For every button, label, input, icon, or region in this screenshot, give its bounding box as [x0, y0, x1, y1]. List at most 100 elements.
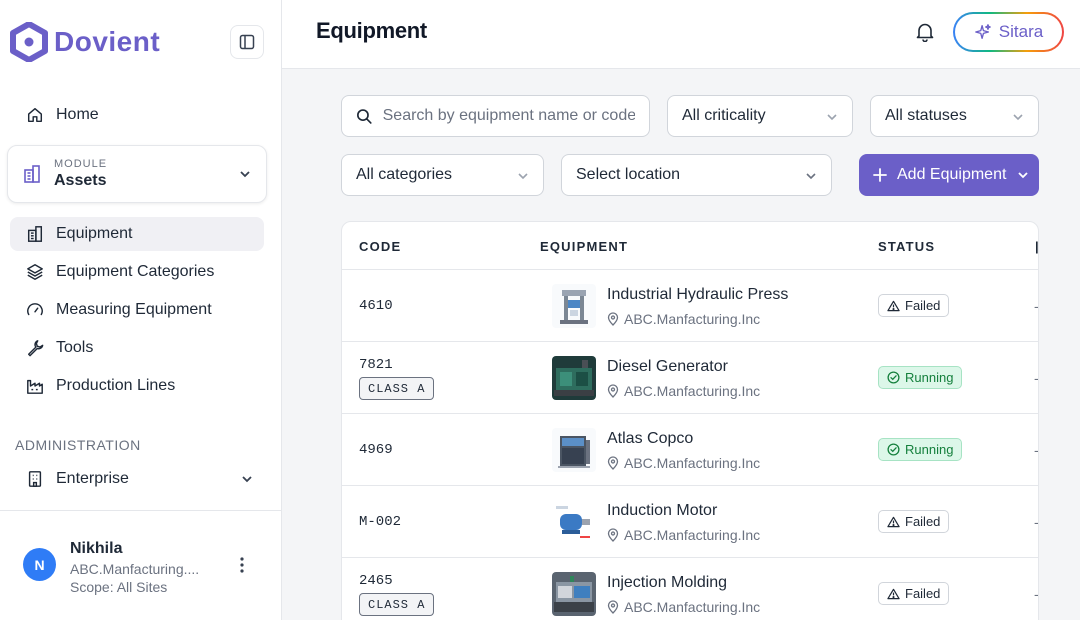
sidebar-item-measuring-equipment[interactable]: Measuring Equipment — [10, 293, 264, 327]
collapse-sidebar-button[interactable] — [230, 25, 264, 59]
equipment-code: 4969 — [359, 442, 393, 458]
equipment-name[interactable]: Industrial Hydraulic Press — [607, 286, 788, 304]
office-building-icon — [28, 471, 42, 487]
home-icon — [27, 107, 43, 123]
building-icon — [24, 165, 40, 183]
user-profile[interactable]: N Nikhila ABC.Manfacturing.... Scope: Al… — [23, 540, 199, 595]
sidebar-item-equipment-categories[interactable]: Equipment Categories — [10, 255, 264, 289]
status-badge: Running — [878, 366, 963, 389]
equipment-name[interactable]: Induction Motor — [607, 502, 717, 520]
equipment-code: 4610 — [359, 298, 393, 314]
module-value: Assets — [54, 172, 107, 189]
sidebar-item-production-lines[interactable]: Production Lines — [10, 369, 264, 403]
table-row[interactable]: 7821 CLASS A Diesel Generator ABC.Manfac… — [342, 342, 1038, 414]
class-badge: CLASS A — [359, 593, 435, 616]
chevron-down-icon — [242, 476, 252, 483]
bell-icon[interactable] — [916, 22, 934, 42]
map-pin-icon — [607, 528, 619, 542]
dovient-logo-icon — [10, 22, 48, 62]
map-pin-icon — [607, 312, 619, 326]
brand-logo[interactable]: Dovient — [10, 22, 160, 62]
search-icon — [357, 108, 372, 124]
wrench-icon — [27, 340, 44, 357]
category-select[interactable]: All categories — [341, 154, 544, 196]
truncated-cell: - — [1034, 442, 1039, 458]
table-row[interactable]: 4969 Atlas Copco ABC.Manfacturing.Inc Ru… — [342, 414, 1038, 486]
warning-triangle-icon — [887, 300, 900, 311]
status-text: Failed — [905, 514, 941, 529]
avatar: N — [23, 548, 56, 581]
sidebar-item-tools[interactable]: Tools — [10, 331, 264, 365]
search-input[interactable] — [382, 107, 635, 125]
sidebar: Dovient Home MODULE Assets Equipment Equ… — [0, 0, 282, 620]
user-org: ABC.Manfacturing.... — [70, 561, 200, 577]
equipment-location: ABC.Manfacturing.Inc — [607, 527, 760, 543]
chevron-down-icon — [518, 173, 528, 180]
truncated-cell: - — [1034, 298, 1039, 314]
equipment-code: 2465 — [359, 573, 393, 589]
equipment-location: ABC.Manfacturing.Inc — [607, 599, 760, 615]
status-badge: Failed — [878, 510, 950, 533]
page-title: Equipment — [316, 18, 427, 43]
sitara-label: Sitara — [998, 22, 1044, 41]
equipment-thumbnail — [552, 500, 596, 544]
truncated-cell: - — [1034, 370, 1039, 386]
map-pin-icon — [607, 456, 619, 470]
check-circle-icon — [887, 371, 900, 384]
search-field[interactable] — [341, 95, 650, 137]
module-selector[interactable]: MODULE Assets — [7, 145, 267, 203]
brand-name: Dovient — [54, 26, 161, 57]
table-row[interactable]: 4610 Industrial Hydraulic Press ABC.Manf… — [342, 270, 1038, 342]
equipment-code: 7821 — [359, 357, 393, 373]
equipment-thumbnail — [552, 356, 596, 400]
column-header-truncated: | — [1035, 239, 1038, 254]
column-header-code[interactable]: CODE — [359, 239, 401, 254]
sidebar-item-equipment[interactable]: Equipment — [10, 217, 264, 251]
administration-title: ADMINISTRATION — [15, 437, 141, 453]
sitara-assistant-button[interactable]: Sitara — [953, 12, 1064, 52]
user-scope: Scope: All Sites — [70, 579, 168, 595]
truncated-cell: - — [1034, 586, 1039, 602]
sparkles-icon — [974, 24, 991, 39]
sidebar-item-label: Tools — [56, 339, 94, 356]
sidebar-item-label: Measuring Equipment — [56, 301, 212, 318]
location-text: ABC.Manfacturing.Inc — [624, 311, 761, 327]
building-icon — [27, 226, 43, 242]
add-equipment-button[interactable]: Add Equipment — [859, 154, 1039, 196]
equipment-name[interactable]: Diesel Generator — [607, 358, 728, 376]
column-header-equipment[interactable]: EQUIPMENT — [540, 239, 628, 254]
user-name: Nikhila — [70, 540, 123, 557]
equipment-name[interactable]: Atlas Copco — [607, 430, 693, 448]
top-header: Equipment Sitara — [282, 0, 1080, 69]
status-select[interactable]: All statuses — [870, 95, 1039, 137]
criticality-select[interactable]: All criticality — [667, 95, 853, 137]
equipment-name[interactable]: Injection Molding — [607, 574, 727, 592]
sidebar-item-home[interactable]: Home — [10, 98, 264, 132]
equipment-code: M-002 — [359, 514, 402, 530]
warning-triangle-icon — [887, 516, 900, 527]
sidebar-item-label: Home — [56, 106, 99, 123]
layers-icon — [27, 264, 43, 280]
sidebar-item-enterprise[interactable]: Enterprise — [10, 462, 264, 496]
sidebar-item-label: Equipment Categories — [56, 263, 215, 280]
table-row[interactable]: M-002 Induction Motor ABC.Manfacturing.I… — [342, 486, 1038, 558]
injection-molding-image-icon — [552, 572, 596, 616]
warning-triangle-icon — [887, 588, 900, 599]
chevron-down-icon — [240, 171, 250, 178]
equipment-location: ABC.Manfacturing.Inc — [607, 455, 760, 471]
add-equipment-label: Add Equipment — [897, 166, 1007, 183]
equipment-location: ABC.Manfacturing.Inc — [607, 311, 760, 327]
equipment-thumbnail — [552, 572, 596, 616]
air-compressor-image-icon — [552, 428, 596, 472]
column-header-status[interactable]: STATUS — [878, 239, 935, 254]
status-text: Failed — [905, 586, 941, 601]
module-label: MODULE — [54, 158, 108, 170]
category-value: All categories — [356, 166, 453, 183]
location-select[interactable]: Select location — [561, 154, 832, 196]
chevron-down-icon — [1018, 172, 1028, 179]
table-row[interactable]: 2465 CLASS A Injection Molding ABC.Manfa… — [342, 558, 1038, 620]
location-text: ABC.Manfacturing.Inc — [624, 527, 761, 543]
map-pin-icon — [607, 600, 619, 614]
more-options-icon[interactable] — [236, 556, 248, 574]
check-circle-icon — [887, 443, 900, 456]
